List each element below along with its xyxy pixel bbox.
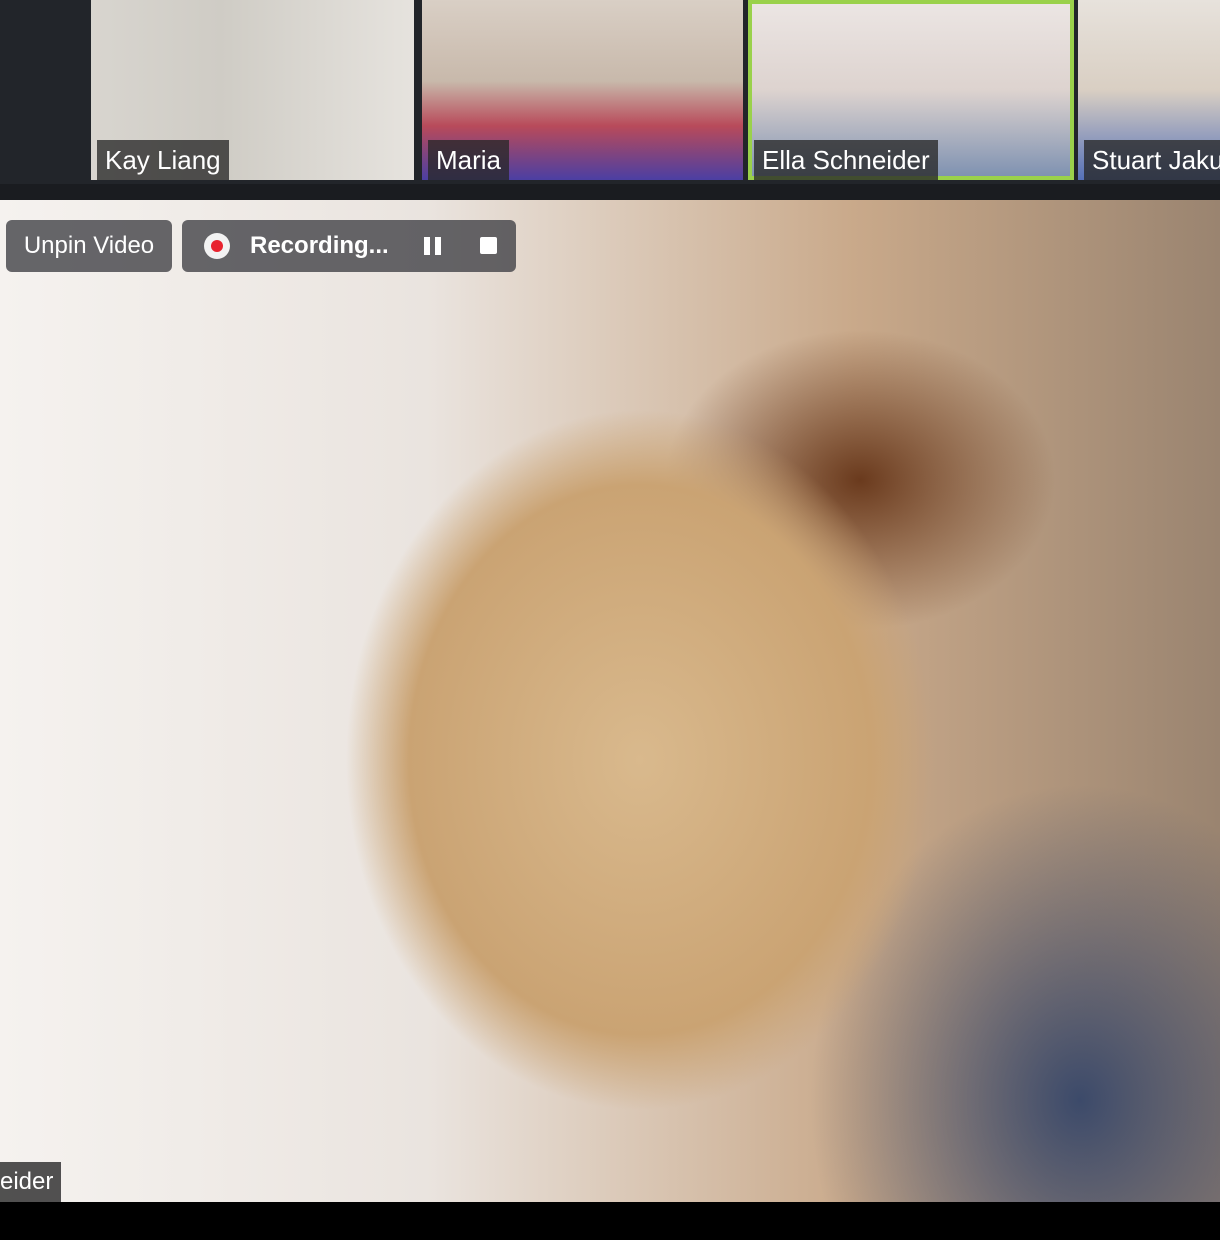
participant-name: Ella Schneider xyxy=(754,140,938,180)
pause-icon[interactable] xyxy=(424,237,442,255)
stop-icon[interactable] xyxy=(480,237,497,254)
participant-name: Stuart Jakub xyxy=(1084,140,1220,180)
record-icon xyxy=(204,233,230,259)
participant-thumbnail[interactable]: Maria xyxy=(422,0,743,180)
recording-label: Recording... xyxy=(250,232,389,259)
participant-strip: Kay Liang Maria Ella Schneider Stuart Ja… xyxy=(0,0,1220,200)
bottom-bar xyxy=(0,1202,1220,1240)
participant-name: Kay Liang xyxy=(97,140,229,180)
participant-thumbnail[interactable]: Kay Liang xyxy=(91,0,414,180)
participant-thumbnail-active-speaker[interactable]: Ella Schneider xyxy=(748,0,1074,180)
participant-thumbnail[interactable]: Stuart Jakub xyxy=(1078,0,1220,180)
participant-name: Maria xyxy=(428,140,510,180)
pinned-video-name: eider xyxy=(0,1162,62,1202)
unpin-video-button[interactable]: Unpin Video xyxy=(6,220,172,272)
recording-indicator: Recording... xyxy=(182,220,516,272)
pinned-video: Unpin Video Recording... eider xyxy=(0,200,1220,1202)
strip-divider xyxy=(0,184,1220,200)
